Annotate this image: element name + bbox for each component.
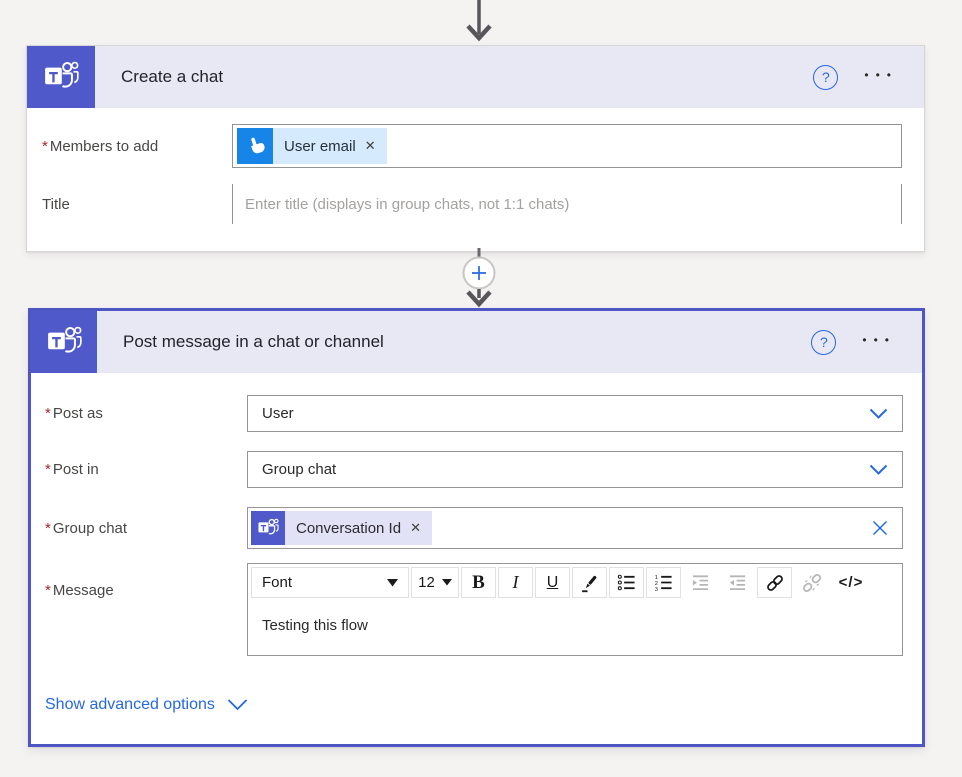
members-to-add-label: * Members to add xyxy=(42,137,159,155)
post-as-dropdown[interactable]: User xyxy=(247,395,903,432)
flow-arrow-down xyxy=(466,0,492,42)
group-chat-label: * Group chat xyxy=(45,519,128,537)
post-as-value: User xyxy=(262,405,294,422)
help-icon[interactable]: ? xyxy=(813,64,839,90)
message-row: * Message Font 12 B I U 1 2 3 </> Testin… xyxy=(31,563,922,656)
required-marker: * xyxy=(45,405,51,422)
unlink-icon xyxy=(802,573,821,592)
link-icon xyxy=(766,574,783,591)
bold-button[interactable]: B xyxy=(461,567,496,598)
group-chat-row: * Group chat Conversation Id ✕ xyxy=(31,507,922,549)
card-header[interactable]: Create a chat ? ••• xyxy=(27,46,924,108)
highlight-pen-button[interactable] xyxy=(572,567,607,598)
card-header[interactable]: Post message in a chat or channel ? ••• xyxy=(31,311,922,373)
teams-connector-icon xyxy=(31,311,97,373)
numbered-list-icon: 123 xyxy=(655,575,672,592)
members-to-add-row: * Members to add User email ✕ xyxy=(27,124,924,168)
chevron-down-icon xyxy=(227,699,248,711)
numbered-list-button[interactable]: 123 xyxy=(646,567,681,598)
insert-step-button[interactable] xyxy=(462,256,496,290)
teams-icon xyxy=(251,511,285,545)
more-options-icon[interactable]: ••• xyxy=(864,69,898,85)
more-options-icon[interactable]: ••• xyxy=(862,334,896,350)
chevron-down-icon xyxy=(869,464,888,476)
action-card-create-a-chat[interactable]: Create a chat ? ••• * Members to add Use… xyxy=(26,45,925,252)
indent-icon xyxy=(692,575,709,591)
chevron-down-icon xyxy=(869,408,888,420)
post-in-row: * Post in Group chat xyxy=(31,451,922,488)
bullet-list-icon xyxy=(617,574,635,591)
title-input[interactable] xyxy=(233,184,901,224)
bullet-list-button[interactable] xyxy=(609,567,644,598)
message-label: * Message xyxy=(45,582,114,599)
group-chat-input[interactable]: Conversation Id ✕ xyxy=(247,507,903,549)
token-label: User email xyxy=(284,137,356,155)
title-label: Title xyxy=(42,195,70,213)
remove-link-button[interactable] xyxy=(794,567,829,598)
font-family-dropdown[interactable]: Font xyxy=(251,567,409,598)
outdent-icon xyxy=(729,575,746,591)
clear-field-icon[interactable] xyxy=(870,518,890,538)
pen-icon xyxy=(581,575,596,592)
card-title: Create a chat xyxy=(121,67,224,86)
required-marker: * xyxy=(45,461,51,478)
help-icon[interactable]: ? xyxy=(811,329,837,355)
teams-icon xyxy=(45,61,79,88)
required-marker: * xyxy=(42,137,48,155)
remove-token-icon[interactable]: ✕ xyxy=(410,520,421,536)
insert-link-button[interactable] xyxy=(757,567,792,598)
title-row: Title xyxy=(27,184,924,224)
remove-token-icon[interactable]: ✕ xyxy=(365,138,376,154)
svg-text:1: 1 xyxy=(655,575,658,581)
dropdown-arrow-icon xyxy=(441,579,452,586)
conversation-id-token[interactable]: Conversation Id ✕ xyxy=(251,511,432,545)
card-title: Post message in a chat or channel xyxy=(123,332,384,351)
post-in-label: * Post in xyxy=(45,461,99,478)
user-email-token[interactable]: User email ✕ xyxy=(237,128,387,164)
post-in-value: Group chat xyxy=(262,461,337,478)
editor-toolbar: Font 12 B I U 1 2 3 </> xyxy=(248,564,902,601)
italic-button[interactable]: I xyxy=(498,567,533,598)
underline-button[interactable]: U xyxy=(535,567,570,598)
show-advanced-options-link[interactable]: Show advanced options xyxy=(45,696,248,714)
teams-connector-icon xyxy=(27,46,95,108)
code-view-button[interactable]: </> xyxy=(831,567,871,598)
decrease-indent-button[interactable] xyxy=(720,567,755,598)
post-as-label: * Post as xyxy=(45,405,103,422)
teams-icon xyxy=(48,326,82,353)
svg-text:3: 3 xyxy=(655,587,658,592)
rich-text-editor[interactable]: Font 12 B I U 1 2 3 </> Testing this flo… xyxy=(247,563,903,656)
message-text-area[interactable]: Testing this flow xyxy=(248,601,902,655)
manual-trigger-icon xyxy=(237,128,273,164)
token-label: Conversation Id xyxy=(296,519,402,537)
members-to-add-input[interactable]: User email ✕ xyxy=(232,124,902,168)
font-size-dropdown[interactable]: 12 xyxy=(411,567,459,598)
action-card-post-message[interactable]: Post message in a chat or channel ? ••• … xyxy=(28,308,925,747)
post-in-dropdown[interactable]: Group chat xyxy=(247,451,903,488)
dropdown-arrow-icon xyxy=(387,578,398,586)
required-marker: * xyxy=(45,519,51,537)
increase-indent-button[interactable] xyxy=(683,567,718,598)
post-as-row: * Post as User xyxy=(31,395,922,432)
required-marker: * xyxy=(45,582,51,599)
svg-text:2: 2 xyxy=(655,581,658,587)
